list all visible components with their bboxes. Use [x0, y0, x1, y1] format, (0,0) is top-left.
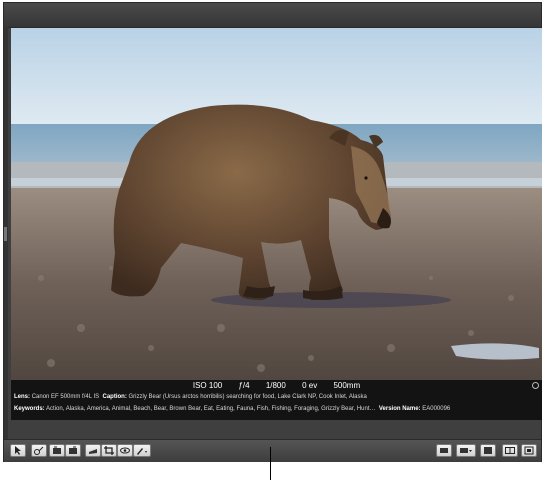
lens-label: Lens: [14, 394, 31, 400]
red-eye-icon [120, 447, 130, 454]
crop-button[interactable] [101, 444, 117, 457]
red-eye-button[interactable] [117, 444, 133, 457]
brush-button[interactable] [133, 444, 151, 457]
lift-stamp-button[interactable] [31, 444, 47, 457]
left-pane-edge[interactable] [4, 27, 8, 439]
callout-line [270, 447, 271, 480]
lens-caption-row: Lens: Canon EF 500mm f/4L IS Caption: Gr… [14, 394, 367, 400]
lift-stamp-icon [34, 446, 44, 455]
caption-label: Caption: [102, 394, 127, 400]
rotate-left-icon [53, 446, 61, 454]
pane-resize-grip[interactable] [4, 227, 7, 241]
brown-bear-photo[interactable] [11, 28, 542, 380]
fullscreen-button[interactable] [521, 444, 537, 457]
inspector-button[interactable] [480, 444, 496, 457]
rotate-right-button[interactable] [65, 444, 81, 457]
select-pointer-button[interactable] [10, 444, 26, 457]
keywords-label: Keywords: [14, 406, 45, 412]
loupe-button[interactable] [436, 444, 452, 457]
rotate-right-icon [69, 446, 77, 454]
viewer-window: ISO 100 ƒ/4 1/800 0 ev 500mm Lens: Canon… [3, 2, 542, 462]
viewer-mode-icon [460, 448, 472, 453]
viewer-mode-button[interactable] [456, 444, 476, 457]
ev-value: 0 ev [302, 381, 318, 390]
focal-length-value: 500mm [333, 381, 361, 390]
lens-value: Canon EF 500mm f/4L IS [31, 394, 100, 400]
shutter-value: 1/800 [265, 381, 286, 390]
keywords-row: Keywords: Action, Alaska, America, Anima… [14, 406, 450, 412]
exposure-info: ISO 100 ƒ/4 1/800 0 ev 500mm [11, 381, 542, 392]
metadata-overlay: ISO 100 ƒ/4 1/800 0 ev 500mm Lens: Canon… [11, 380, 542, 420]
title-bar [4, 3, 541, 28]
rotate-left-button[interactable] [49, 444, 65, 457]
fullscreen-icon [524, 446, 534, 455]
caption-value: Grizzly Bear (Ursus arctos horribilis) s… [128, 394, 367, 400]
photo-viewer[interactable]: ISO 100 ƒ/4 1/800 0 ev 500mm Lens: Canon… [11, 28, 542, 420]
aperture-value: ƒ/4 [238, 381, 250, 390]
brush-icon [137, 448, 147, 455]
bottom-toolbar [4, 439, 541, 462]
select-pointer-icon [15, 446, 21, 455]
split-view-button[interactable] [502, 444, 518, 457]
straighten-icon [89, 449, 97, 454]
straighten-button[interactable] [85, 444, 101, 457]
iso-value: ISO 100 [192, 381, 223, 390]
crop-icon [104, 446, 114, 455]
version-name-value: EA000096 [422, 406, 451, 412]
keywords-value: Action, Alaska, America, Animal, Beach, … [46, 406, 376, 412]
split-view-icon [505, 447, 515, 454]
metadata-settings-icon[interactable] [532, 382, 539, 389]
inspector-icon [484, 447, 492, 454]
loupe-icon [440, 448, 448, 453]
version-name-label: Version Name: [378, 406, 421, 412]
